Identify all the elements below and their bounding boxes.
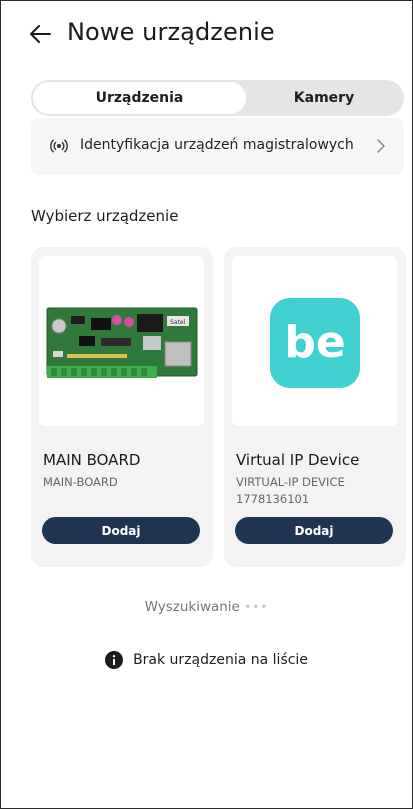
info-icon xyxy=(105,651,124,669)
header: Nowe urządzenie xyxy=(1,1,412,71)
searching-status: Wyszukiwanie ••• xyxy=(1,599,412,615)
device-name: Virtual IP Device xyxy=(236,451,360,469)
screen: Nowe urządzenie Urządzenia Kamery Identy… xyxy=(0,0,413,809)
page-title: Nowe urządzenie xyxy=(67,18,275,46)
arrow-left-icon[interactable] xyxy=(29,23,51,45)
tab-kamery[interactable]: Kamery xyxy=(246,82,402,114)
add-virtual-ip-button[interactable]: Dodaj xyxy=(235,517,393,544)
bus-identification-row[interactable]: Identyfikacja urządzeń magistralowych xyxy=(31,118,404,175)
device-name: MAIN BOARD xyxy=(43,451,141,469)
device-card-main-board[interactable]: Satel MAIN BOARD MAIN-BOARD Dodaj xyxy=(31,247,213,567)
device-card-virtual-ip[interactable]: be Virtual IP Device VIRTUAL-IP DEVICE 1… xyxy=(224,247,406,567)
section-title: Wybierz urządzenie xyxy=(31,207,179,225)
be-logo-image: be xyxy=(270,298,360,388)
searching-label: Wyszukiwanie xyxy=(144,599,240,615)
tab-urzadzenia[interactable]: Urządzenia xyxy=(33,82,246,114)
device-code: VIRTUAL-IP DEVICE xyxy=(236,475,345,489)
bus-identification-label: Identyfikacja urządzeń magistralowych xyxy=(80,137,354,153)
device-image-main-board: Satel xyxy=(39,256,204,426)
no-device-link[interactable]: Brak urządzenia na liście xyxy=(1,651,412,669)
loading-dots: ••• xyxy=(244,600,269,614)
be-logo-text: be xyxy=(284,317,345,368)
signal-icon xyxy=(50,139,68,153)
add-main-board-button[interactable]: Dodaj xyxy=(42,517,200,544)
device-type-tabs: Urządzenia Kamery xyxy=(31,80,404,116)
device-code: MAIN-BOARD xyxy=(43,475,118,489)
chevron-right-icon xyxy=(377,139,385,153)
device-serial: 1778136101 xyxy=(236,492,310,506)
no-device-label: Brak urządzenia na liście xyxy=(133,652,308,668)
svg-text:Satel: Satel xyxy=(170,319,186,326)
pcb-board-image: Satel xyxy=(46,307,198,378)
device-image-virtual-ip: be xyxy=(232,256,397,426)
